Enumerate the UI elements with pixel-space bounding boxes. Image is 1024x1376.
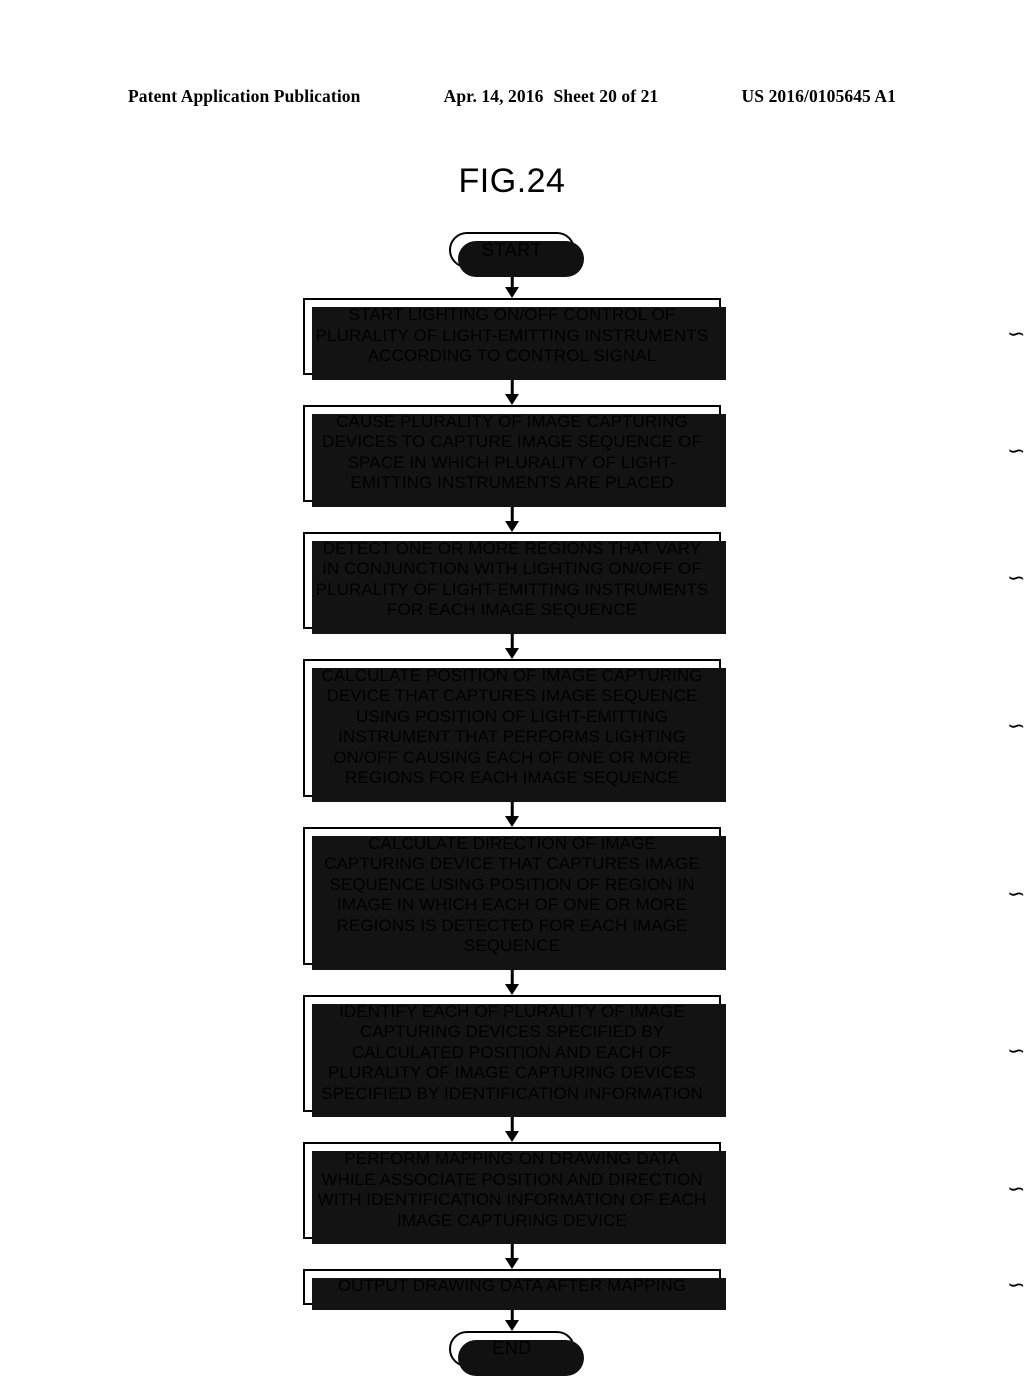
flowchart-step-s213: OUTPUT DRAWING DATA AFTER MAPPING ∽ S213 — [0, 1269, 1024, 1309]
step-label-s209: ∽ S209 — [1007, 1038, 1024, 1064]
process-text-line: PLURALITY OF LIGHT-EMITTING INSTRUMENTS — [315, 579, 709, 599]
header-sheet: Sheet 20 of 21 — [553, 86, 659, 106]
start-terminal: START — [449, 232, 584, 277]
process-text-line: CALCULATED POSITION AND EACH OF — [351, 1042, 673, 1062]
step-label-s208: ∽ S208 — [1007, 880, 1024, 906]
step-leader-icon: ∽ — [1007, 321, 1024, 346]
flowchart-step-s205: DETECT ONE OR MORE REGIONS THAT VARY IN … — [0, 531, 1024, 634]
arrow-head-icon — [505, 393, 519, 405]
process-text-line: SPECIFIED BY IDENTIFICATION INFORMATION — [321, 1083, 703, 1103]
process-text-line: IDENTIFY EACH OF PLURALITY OF IMAGE — [339, 1001, 685, 1021]
flowchart-step-s207: CALCULATE POSITION OF IMAGE CAPTURING DE… — [0, 658, 1024, 802]
header-publication-number: US 2016/0105645 A1 — [741, 86, 896, 106]
process-text-line: ON/OFF CAUSING EACH OF ONE OR MORE — [333, 747, 691, 767]
process-text-line: IMAGE CAPTURING DEVICE — [397, 1210, 627, 1230]
process-text-line: DEVICES TO CAPTURE IMAGE SEQUENCE OF — [322, 432, 702, 451]
process-box-s213: OUTPUT DRAWING DATA AFTER MAPPING ∽ S213 — [303, 1269, 1024, 1309]
step-label-s201: ∽ S201 — [1007, 321, 1024, 347]
process-text-line: FOR EACH IMAGE SEQUENCE — [387, 600, 637, 619]
process-text-line: USING POSITION OF LIGHT-EMITTING — [355, 706, 669, 726]
arrow-head-icon — [505, 815, 519, 827]
step-label-s205: ∽ S205 — [1007, 564, 1024, 591]
process-box-s209: IDENTIFY EACH OF PLURALITY OF IMAGE CAPT… — [303, 994, 1024, 1117]
process-text-line: SEQUENCE — [463, 936, 561, 955]
process-text-line: EMITTING INSTRUMENTS ARE PLACED — [350, 473, 674, 492]
flowchart-step-s201: START LIGHTING ON/OFF CONTROL OF PLURALI… — [0, 298, 1024, 379]
flowchart-start-node: START — [0, 232, 1024, 277]
end-terminal: END — [449, 1330, 584, 1376]
process-text-line: CAUSE PLURALITY OF IMAGE CAPTURING — [336, 411, 688, 431]
figure-title: FIG.24 — [458, 162, 566, 200]
process-text-line: CAPTURING DEVICES SPECIFIED BY — [359, 1022, 665, 1041]
step-leader-icon: ∽ — [1007, 564, 1024, 590]
step-leader-icon: ∽ — [1007, 1271, 1024, 1297]
flowchart-step-s208: CALCULATE DIRECTION OF IMAGE CAPTURING D… — [0, 826, 1024, 970]
header-date: Apr. 14, 2016 — [443, 86, 544, 106]
process-text-line: CAPTURING DEVICE THAT CAPTURES IMAGE — [324, 854, 700, 873]
step-label-s211: ∽ S211 — [1007, 1175, 1024, 1201]
process-box-s205: DETECT ONE OR MORE REGIONS THAT VARY IN … — [303, 531, 1024, 634]
process-box-s208: CALCULATE DIRECTION OF IMAGE CAPTURING D… — [303, 826, 1024, 970]
step-label-s203: ∽ S203 — [1007, 437, 1024, 464]
step-leader-icon: ∽ — [1007, 712, 1024, 738]
flowchart-end-node: END — [0, 1330, 1024, 1376]
step-label-s207: ∽ S207 — [1007, 712, 1024, 738]
process-text-line: REGIONS FOR EACH IMAGE SEQUENCE — [345, 768, 679, 787]
step-leader-icon: ∽ — [1007, 437, 1024, 463]
process-text-line: INSTRUMENT THAT PERFORMS LIGHTING — [338, 727, 686, 746]
patent-header: Patent Application Publication Apr. 14, … — [128, 86, 896, 107]
process-text-line: IMAGE IN WHICH EACH OF ONE OR MORE — [336, 895, 688, 914]
process-text-line: PLURALITY OF LIGHT-EMITTING INSTRUMENTS — [315, 325, 709, 345]
process-text-line: START LIGHTING ON/OFF CONTROL OF — [348, 305, 676, 324]
process-text-line: PERFORM MAPPING ON DRAWING DATA — [344, 1149, 680, 1168]
process-text-line: ACCORDING TO CONTROL SIGNAL — [367, 346, 657, 365]
process-text-line: PLURALITY OF IMAGE CAPTURING DEVICES — [328, 1063, 696, 1082]
process-text-line: SPACE IN WHICH PLURALITY OF LIGHT- — [347, 452, 677, 472]
step-leader-icon: ∽ — [1007, 1038, 1024, 1063]
arrow-head-icon — [505, 983, 519, 995]
end-terminal-label: END — [492, 1338, 532, 1358]
process-box-s207: CALCULATE POSITION OF IMAGE CAPTURING DE… — [303, 658, 1024, 802]
arrow-head-icon — [505, 1319, 519, 1331]
header-publication-label: Patent Application Publication — [128, 86, 361, 106]
process-text-line: DETECT ONE OR MORE REGIONS THAT VARY — [322, 538, 702, 558]
arrow-head-icon — [505, 287, 519, 298]
process-text-line: WHILE ASSOCIATE POSITION AND DIRECTION — [321, 1169, 703, 1189]
process-text-line: WITH IDENTIFICATION INFORMATION OF EACH — [317, 1190, 707, 1209]
arrow-head-icon — [505, 647, 519, 659]
flowchart: START START LIGHTING ON/OFF CONTROL OF P… — [0, 232, 1024, 1376]
process-text-line: DEVICE THAT CAPTURES IMAGE SEQUENCE — [326, 686, 698, 705]
header-date-sheet: Apr. 14, 2016 Sheet 20 of 21 — [444, 86, 659, 107]
start-terminal-label: START — [481, 239, 543, 260]
process-text-line: OUTPUT DRAWING DATA AFTER MAPPING — [337, 1276, 687, 1295]
process-box-s203: CAUSE PLURALITY OF IMAGE CAPTURING DEVIC… — [303, 404, 1024, 507]
process-text-line: CALCULATE POSITION OF IMAGE CAPTURING — [321, 665, 703, 685]
process-box-s211: PERFORM MAPPING ON DRAWING DATA WHILE AS… — [303, 1142, 1024, 1244]
flowchart-step-s211: PERFORM MAPPING ON DRAWING DATA WHILE AS… — [0, 1142, 1024, 1244]
process-text-line: IN CONJUNCTION WITH LIGHTING ON/OFF OF — [322, 559, 702, 578]
process-box-s201: START LIGHTING ON/OFF CONTROL OF PLURALI… — [303, 298, 1024, 379]
process-text-line: REGIONS IS DETECTED FOR EACH IMAGE — [336, 915, 688, 935]
arrow-head-icon — [505, 1131, 519, 1142]
flowchart-step-s209: IDENTIFY EACH OF PLURALITY OF IMAGE CAPT… — [0, 994, 1024, 1117]
flowchart-step-s203: CAUSE PLURALITY OF IMAGE CAPTURING DEVIC… — [0, 404, 1024, 507]
step-label-s213: ∽ S213 — [1007, 1271, 1024, 1298]
arrow-head-icon — [505, 520, 519, 532]
process-text-line: CALCULATE DIRECTION OF IMAGE — [368, 833, 656, 853]
step-leader-icon: ∽ — [1007, 1175, 1024, 1201]
process-text-line: SEQUENCE USING POSITION OF REGION IN — [329, 874, 695, 894]
step-leader-icon: ∽ — [1007, 880, 1024, 906]
arrow-head-icon — [505, 1258, 519, 1269]
